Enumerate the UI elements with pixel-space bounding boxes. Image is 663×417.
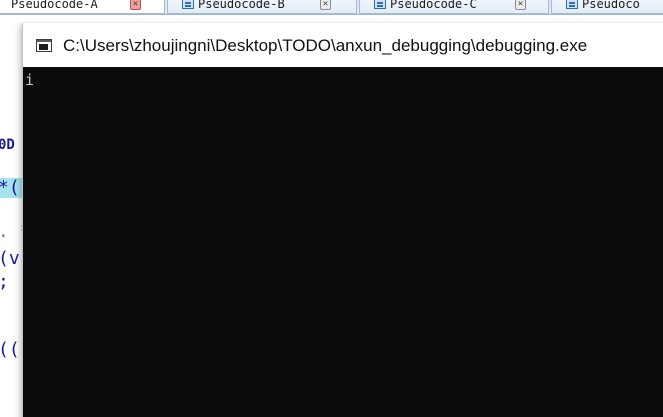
pseudocode-file-icon [566, 0, 578, 9]
code-fragment: . * [0, 222, 22, 242]
pseudocode-file-icon [182, 0, 194, 9]
screen: Pseudocode-A ✕ Pseudocode-B ✕ Pseudocode… [0, 0, 663, 417]
ide-code-view[interactable]: 0D *( . * (v ; (( [0, 15, 22, 417]
tab-label: Pseudocode-B [198, 0, 285, 11]
code-fragment: (( [0, 339, 20, 360]
code-fragment: ; [0, 272, 9, 292]
tab-label: Pseudoco [582, 0, 640, 11]
code-fragment: 0D [0, 137, 15, 153]
tab-pseudocode-d[interactable]: Pseudoco [551, 0, 663, 14]
tab-label: Pseudocode-C [390, 0, 477, 11]
console-output-text: i [25, 71, 35, 89]
console-title-bar[interactable]: C:\Users\zhoujingni\Desktop\TODO\anxun_d… [23, 23, 663, 67]
tab-label: Pseudocode-A [11, 0, 98, 11]
pseudocode-file-icon [374, 0, 386, 9]
tab-pseudocode-b[interactable]: Pseudocode-B ✕ [167, 0, 357, 14]
console-window[interactable]: C:\Users\zhoujingni\Desktop\TODO\anxun_d… [22, 23, 663, 417]
code-fragment: (v [0, 248, 20, 269]
tab-close-icon[interactable]: ✕ [130, 0, 141, 10]
console-window-title: C:\Users\zhoujingni\Desktop\TODO\anxun_d… [63, 36, 588, 55]
tab-pseudocode-a[interactable]: Pseudocode-A ✕ [0, 0, 165, 14]
tab-close-icon[interactable]: ✕ [515, 0, 526, 10]
ide-tab-strip: Pseudocode-A ✕ Pseudocode-B ✕ Pseudocode… [0, 0, 663, 15]
tab-pseudocode-c[interactable]: Pseudocode-C ✕ [359, 0, 549, 14]
console-output-area[interactable]: i [23, 67, 663, 417]
console-window-icon[interactable] [36, 39, 52, 52]
code-fragment-highlighted: *( [0, 178, 22, 198]
tab-close-icon[interactable]: ✕ [320, 0, 331, 10]
